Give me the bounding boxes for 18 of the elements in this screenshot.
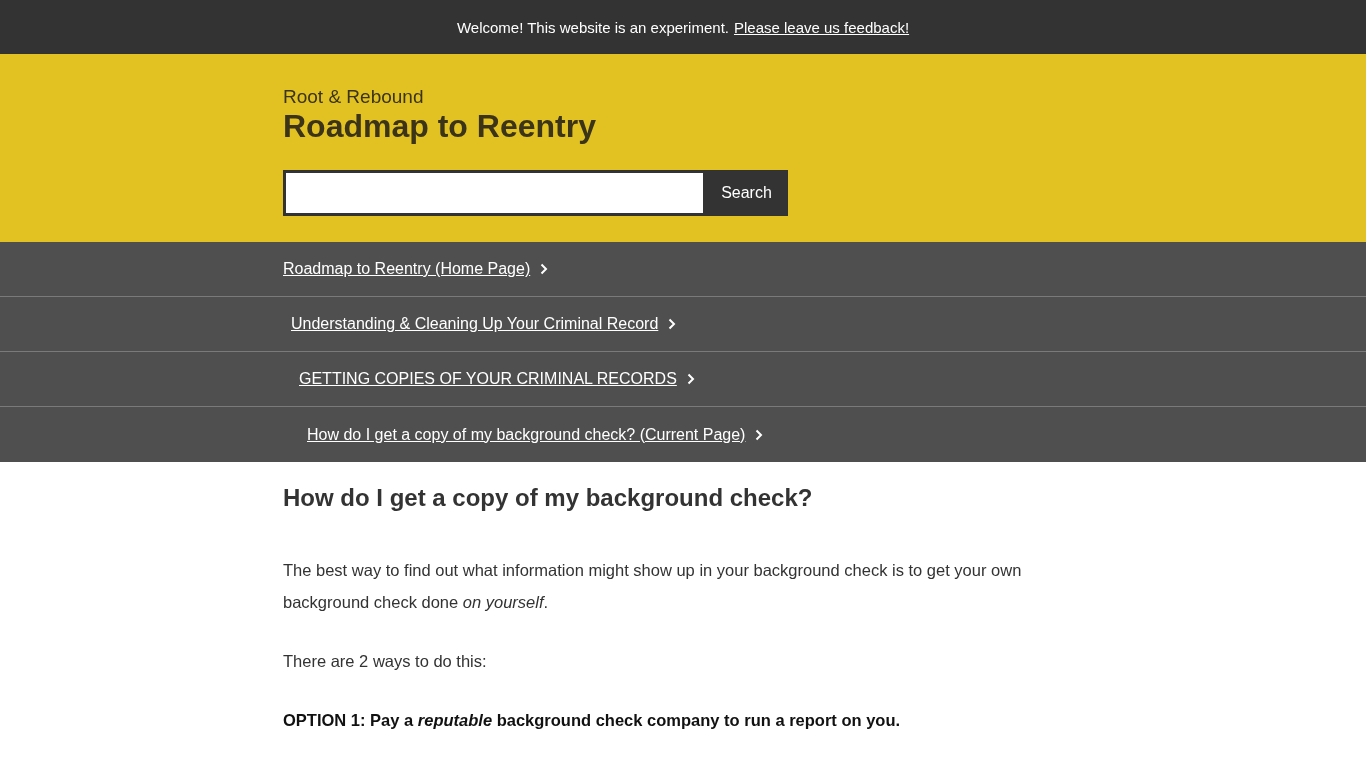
page-heading: How do I get a copy of my background check? bbox=[283, 484, 814, 512]
org-name: Root & Rebound bbox=[283, 86, 425, 108]
body-paragraph: There are 2 ways to do this: bbox=[283, 651, 488, 672]
search-field[interactable] bbox=[283, 170, 706, 216]
option-paragraph: OPTION 1: Pay a reputable background check company to run a report on you. bbox=[283, 710, 902, 731]
feedback-link[interactable]: Please leave us feedback! bbox=[733, 18, 910, 36]
chevron-icon bbox=[668, 318, 677, 330]
breadcrumb-link[interactable]: How do I get a copy of my background check? (Current Page) bbox=[307, 425, 746, 444]
body-paragraph: The best way to find out what information might show up in your background check is to get your own background check done on yourself. bbox=[283, 560, 1023, 613]
chevron-icon bbox=[686, 373, 695, 385]
chevron-icon bbox=[540, 263, 549, 275]
search-button[interactable]: Search bbox=[705, 170, 788, 216]
breadcrumb-link[interactable]: Roadmap to Reentry (Home Page) bbox=[283, 260, 531, 278]
breadcrumb-link[interactable]: Understanding & Cleaning Up Your Criminal Record bbox=[291, 315, 659, 333]
notice-text: Welcome! This website is an experiment. bbox=[456, 18, 729, 36]
breadcrumb-link[interactable]: GETTING COPIES OF YOUR CRIMINAL RECORDS bbox=[299, 370, 677, 388]
chevron-icon bbox=[755, 428, 764, 441]
site-title: Roadmap to Reentry bbox=[283, 108, 597, 145]
